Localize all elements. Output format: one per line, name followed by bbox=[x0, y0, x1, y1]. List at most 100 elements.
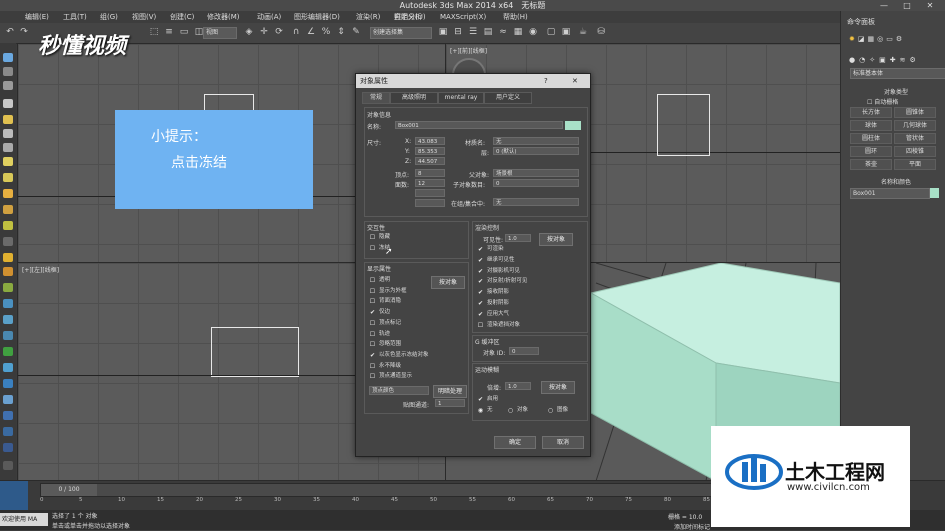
menu-customize[interactable]: 自定义(U) bbox=[394, 11, 426, 23]
edit-named-sel-icon[interactable]: ✎ bbox=[350, 26, 362, 38]
strip-icon[interactable] bbox=[3, 379, 13, 388]
motion-tab-icon[interactable]: ◎ bbox=[877, 35, 883, 45]
render-option-checkbox[interactable]: ✔ bbox=[477, 300, 484, 307]
undo-icon[interactable]: ↶ bbox=[4, 26, 16, 38]
blur-none-radio[interactable]: ◉ bbox=[477, 407, 484, 414]
strip-icon[interactable] bbox=[3, 81, 13, 90]
hide-checkbox[interactable]: ☐ bbox=[369, 234, 376, 241]
blur-image-radio[interactable]: ○ bbox=[547, 407, 554, 414]
snap-icon[interactable]: ∩ bbox=[290, 26, 302, 38]
object-id-field[interactable]: 0 bbox=[509, 347, 539, 355]
spinner-snap-icon[interactable]: ⇕ bbox=[335, 26, 347, 38]
strip-icon[interactable] bbox=[3, 129, 13, 138]
display-tab-icon[interactable]: ▭ bbox=[886, 35, 893, 45]
strip-icon[interactable] bbox=[3, 189, 13, 198]
strip-icon[interactable] bbox=[3, 99, 13, 108]
display-option-checkbox[interactable]: ☐ bbox=[369, 331, 376, 338]
menu-graph-editors[interactable]: 图形编辑器(D) bbox=[294, 11, 340, 23]
menu-modifiers[interactable]: 修改器(M) bbox=[207, 11, 240, 23]
curve-editor-icon[interactable]: ≈ bbox=[497, 26, 509, 38]
spacewarps-icon[interactable]: ≋ bbox=[900, 56, 906, 66]
display-option-checkbox[interactable]: ☐ bbox=[369, 288, 376, 295]
render-option-checkbox[interactable]: ✔ bbox=[477, 246, 484, 253]
strip-icon[interactable] bbox=[3, 363, 13, 372]
lights-icon[interactable]: ✧ bbox=[869, 56, 875, 66]
blur-object-radio[interactable]: ○ bbox=[507, 407, 514, 414]
strip-icon[interactable] bbox=[3, 347, 13, 356]
layer-icon[interactable]: ☰ bbox=[467, 26, 479, 38]
strip-icon[interactable] bbox=[3, 221, 13, 230]
torus-button[interactable]: 圆环 bbox=[850, 146, 892, 157]
strip-icon[interactable] bbox=[3, 67, 13, 76]
pivot-icon[interactable]: ◈ bbox=[243, 26, 255, 38]
primitive-type-dropdown[interactable]: 标准基本体 bbox=[850, 68, 945, 79]
cone-button[interactable]: 圆锥体 bbox=[894, 107, 936, 118]
cancel-button[interactable]: 取消 bbox=[542, 436, 584, 449]
modify-tab-icon[interactable]: ◪ bbox=[858, 35, 865, 45]
strip-icon[interactable] bbox=[3, 461, 13, 470]
rendered-frame-icon[interactable]: ▣ bbox=[560, 26, 572, 38]
freeze-checkbox[interactable]: ☐ bbox=[369, 245, 376, 252]
color-swatch[interactable] bbox=[565, 121, 581, 130]
menu-group[interactable]: 组(G) bbox=[100, 11, 118, 23]
mirror-icon[interactable]: ▣ bbox=[437, 26, 449, 38]
help-button[interactable]: ? bbox=[544, 74, 548, 88]
angle-snap-icon[interactable]: ∠ bbox=[305, 26, 317, 38]
material-editor-icon[interactable]: ◉ bbox=[527, 26, 539, 38]
strip-icon[interactable] bbox=[3, 205, 13, 214]
strip-icon[interactable] bbox=[3, 173, 13, 182]
tube-button[interactable]: 管状体 bbox=[894, 133, 936, 144]
display-option-checkbox[interactable]: ✔ bbox=[369, 352, 376, 359]
geosphere-button[interactable]: 几何球体 bbox=[894, 120, 936, 131]
strip-icon[interactable] bbox=[3, 115, 13, 124]
name-field[interactable]: Box001 bbox=[395, 121, 563, 129]
menu-animation[interactable]: 动画(A) bbox=[257, 11, 281, 23]
move-icon[interactable]: ✛ bbox=[258, 26, 270, 38]
maxscript-listener[interactable]: 欢迎使用 MA bbox=[0, 513, 48, 526]
select-icon[interactable]: ⬚ bbox=[148, 26, 160, 38]
cylinder-button[interactable]: 圆柱体 bbox=[850, 133, 892, 144]
tab-mental-ray[interactable]: mental ray bbox=[438, 92, 484, 104]
display-by-object-button[interactable]: 按对象 bbox=[431, 276, 465, 289]
render-option-checkbox[interactable]: ✔ bbox=[477, 268, 484, 275]
blur-enabled-checkbox[interactable]: ✔ bbox=[477, 396, 484, 403]
tab-advanced-lighting[interactable]: 高级照明 bbox=[390, 92, 438, 104]
display-option-checkbox[interactable]: ✔ bbox=[369, 309, 376, 316]
blur-by-object-button[interactable]: 按对象 bbox=[541, 381, 575, 394]
strip-icon[interactable] bbox=[3, 53, 13, 62]
strip-icon[interactable] bbox=[3, 427, 13, 436]
ok-button[interactable]: 确定 bbox=[494, 436, 536, 449]
utilities-tab-icon[interactable]: ⚙ bbox=[896, 35, 902, 45]
strip-icon[interactable] bbox=[3, 395, 13, 404]
render-production-icon[interactable]: ⛁ bbox=[595, 26, 607, 38]
render-option-checkbox[interactable]: ☐ bbox=[477, 322, 484, 329]
menu-help[interactable]: 帮助(H) bbox=[503, 11, 528, 23]
teapot-button[interactable]: 茶壶 bbox=[850, 159, 892, 170]
reference-coord-select[interactable]: 视图 bbox=[203, 27, 237, 39]
strip-icon[interactable] bbox=[3, 443, 13, 452]
visibility-field[interactable]: 1.0 bbox=[505, 234, 531, 242]
systems-icon[interactable]: ⚙ bbox=[909, 56, 915, 66]
strip-icon[interactable] bbox=[3, 299, 13, 308]
multiplier-field[interactable]: 1.0 bbox=[505, 382, 531, 390]
shaded-button[interactable]: 明暗处理 bbox=[433, 385, 467, 398]
display-option-checkbox[interactable]: ☐ bbox=[369, 277, 376, 284]
close-window-button[interactable]: ✕ bbox=[919, 0, 941, 11]
menu-tools[interactable]: 工具(T) bbox=[63, 11, 87, 23]
object-name-field[interactable]: Box001 bbox=[850, 188, 930, 199]
strip-icon[interactable] bbox=[3, 253, 13, 262]
plane-button[interactable]: 平面 bbox=[894, 159, 936, 170]
tab-general[interactable]: 常规 bbox=[362, 92, 390, 104]
strip-icon[interactable] bbox=[3, 143, 13, 152]
schematic-icon[interactable]: ▦ bbox=[512, 26, 524, 38]
cameras-icon[interactable]: ▣ bbox=[879, 56, 886, 66]
align-icon[interactable]: ⊟ bbox=[452, 26, 464, 38]
percent-snap-icon[interactable]: % bbox=[320, 26, 332, 38]
pyramid-button[interactable]: 四棱锥 bbox=[894, 146, 936, 157]
shapes-icon[interactable]: ◔ bbox=[859, 56, 865, 66]
box-button[interactable]: 长方体 bbox=[850, 107, 892, 118]
geometry-icon[interactable]: ● bbox=[849, 56, 855, 66]
hierarchy-tab-icon[interactable]: ▦ bbox=[868, 35, 875, 45]
strip-icon[interactable] bbox=[3, 283, 13, 292]
dialog-close-button[interactable]: ✕ bbox=[572, 74, 578, 88]
